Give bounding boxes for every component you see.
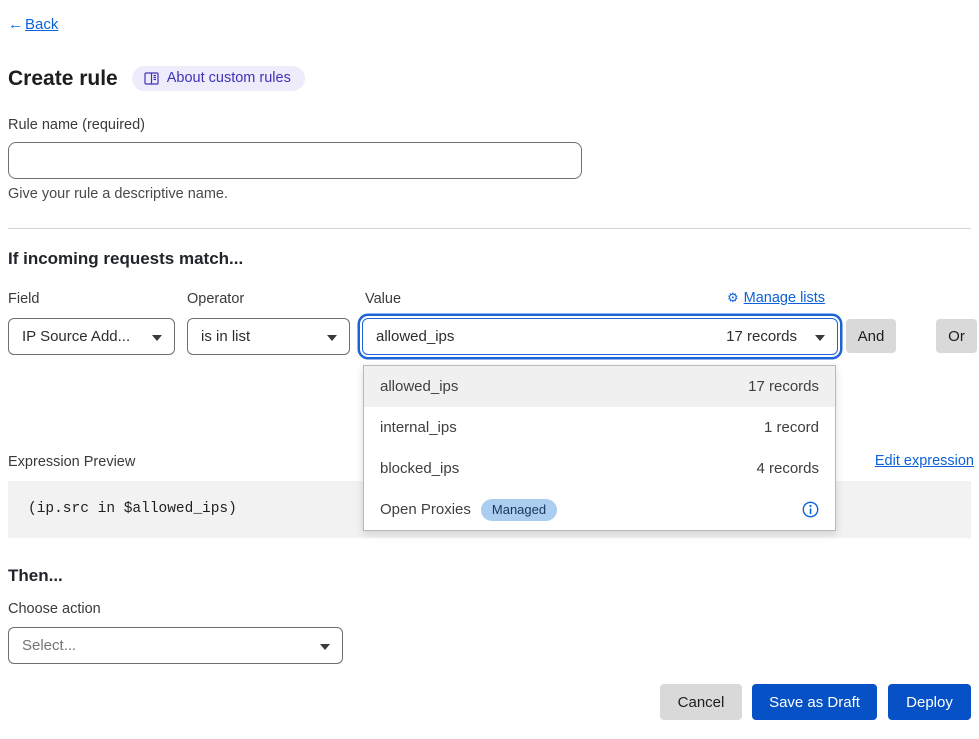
about-custom-rules-badge[interactable]: About custom rules [132,66,305,91]
dropdown-item-allowed-ips[interactable]: allowed_ips 17 records [364,366,835,407]
rule-name-input[interactable] [8,142,582,179]
or-button[interactable]: Or [936,319,977,353]
rule-name-label: Rule name (required) [8,117,145,133]
info-icon[interactable] [802,501,819,518]
value-select-meta: 17 records [726,328,797,345]
field-label: Field [8,291,39,307]
dropdown-item-blocked-ips[interactable]: blocked_ips 4 records [364,448,835,489]
deploy-button[interactable]: Deploy [888,684,971,720]
manage-lists-label: Manage lists [744,290,825,306]
section-divider [8,228,971,229]
chevron-down-icon [327,335,337,341]
list-name: Open Proxies [380,501,471,518]
cancel-button[interactable]: Cancel [660,684,742,720]
and-button[interactable]: And [846,319,896,353]
dropdown-item-internal-ips[interactable]: internal_ips 1 record [364,407,835,448]
operator-select-value: is in list [201,328,250,345]
list-meta: 1 record [764,419,819,436]
save-as-draft-button[interactable]: Save as Draft [752,684,877,720]
action-select[interactable]: Select... [8,627,343,664]
value-select[interactable]: allowed_ips 17 records [362,318,838,355]
page-title: Create rule [8,67,118,91]
book-icon [144,72,159,85]
field-select-value: IP Source Add... [22,328,130,345]
operator-label: Operator [187,291,244,307]
edit-expression-link[interactable]: Edit expression [875,453,974,469]
value-select-value: allowed_ips [376,328,454,345]
list-name: allowed_ips [380,378,458,395]
back-link[interactable]: ←Back [8,16,58,33]
create-rule-page: ←Back Create rule About custom rules Rul… [0,0,979,739]
back-arrow-icon: ← [8,16,23,33]
about-badge-label: About custom rules [167,70,291,86]
chevron-down-icon [152,335,162,341]
title-row: Create rule About custom rules [8,66,305,91]
then-section-heading: Then... [8,566,63,586]
list-meta: 17 records [748,378,819,395]
action-select-placeholder: Select... [22,637,76,654]
value-dropdown-panel: allowed_ips 17 records internal_ips 1 re… [363,365,836,531]
managed-badge: Managed [481,499,557,521]
list-name: internal_ips [380,419,457,436]
choose-action-label: Choose action [8,601,101,617]
field-select[interactable]: IP Source Add... [8,318,175,355]
operator-select[interactable]: is in list [187,318,350,355]
rule-name-helper-text: Give your rule a descriptive name. [8,186,228,202]
expression-code: (ip.src in $allowed_ips) [28,501,237,517]
list-name: blocked_ips [380,460,459,477]
expression-preview-label: Expression Preview [8,454,135,470]
manage-lists-link[interactable]: ⚙ Manage lists [727,290,825,306]
back-link-label: Back [25,16,58,33]
gear-icon: ⚙ [727,291,739,306]
value-label: Value [365,291,401,307]
dropdown-item-open-proxies[interactable]: Open Proxies Managed [364,489,835,530]
match-section-heading: If incoming requests match... [8,249,243,269]
chevron-down-icon [815,335,825,341]
list-meta: 4 records [756,460,819,477]
chevron-down-icon [320,644,330,650]
